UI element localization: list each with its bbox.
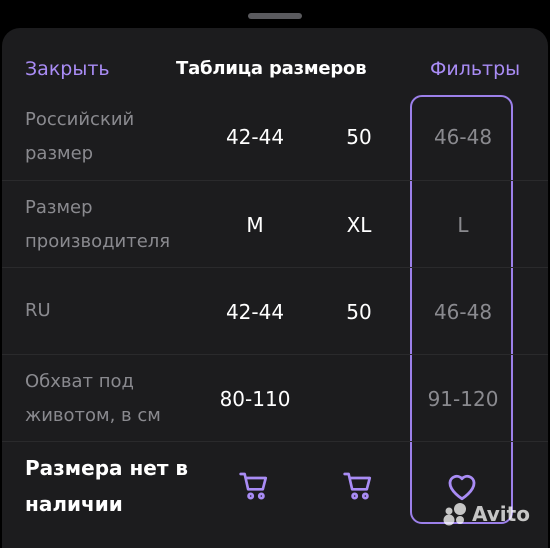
row-divider [2,267,548,268]
row-divider [2,180,548,181]
page-title: Таблица размеров [176,58,367,79]
size-cell[interactable]: 46-48 [413,125,513,149]
row-label: Размер производителя [25,197,171,252]
size-cell[interactable]: L [413,213,513,237]
row-divider [2,354,548,355]
heart-icon[interactable] [445,470,479,502]
row-label: RU [25,300,51,321]
size-cell[interactable]: 91-120 [413,387,513,411]
size-cell[interactable]: 42-44 [205,300,305,324]
size-cell[interactable]: 80-110 [205,387,305,411]
row-label: Российский размер [25,109,135,164]
close-button[interactable]: Закрыть [25,58,110,80]
size-cell[interactable]: 50 [309,125,409,149]
sheet-grabber[interactable] [248,13,302,19]
size-cell[interactable]: M [205,213,305,237]
avito-logo-icon [443,503,466,526]
cart-icon[interactable] [342,470,374,502]
size-cell[interactable]: 42-44 [205,125,305,149]
row-label: Обхват под животом, в см [25,371,161,426]
avito-wordmark: Avito [472,502,530,526]
size-cell[interactable]: XL [309,213,409,237]
size-cell[interactable]: 46-48 [413,300,513,324]
cart-icon[interactable] [238,470,270,502]
row-divider [2,441,548,442]
avito-watermark: Avito [442,500,530,528]
filters-button[interactable]: Фильтры [430,58,520,80]
size-cell[interactable]: 50 [309,300,409,324]
availability-label: Размера нет в наличии [25,456,189,516]
